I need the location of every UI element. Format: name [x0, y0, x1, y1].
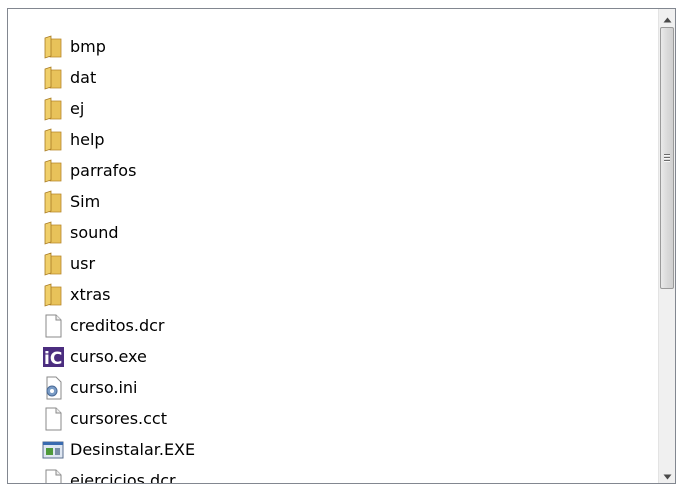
list-item-folder[interactable]: Sim — [42, 188, 100, 216]
list-item-folder[interactable]: xtras — [42, 281, 110, 309]
scroll-up-button[interactable] — [659, 9, 675, 26]
list-item-label: help — [70, 130, 105, 149]
scroll-down-arrow-icon — [663, 465, 672, 483]
list-item-folder[interactable]: sound — [42, 219, 119, 247]
list-item-label: creditos.dcr — [70, 316, 165, 335]
scroll-up-arrow-icon — [663, 9, 672, 27]
list-item-folder[interactable]: dat — [42, 64, 96, 92]
file-icon — [42, 407, 64, 431]
list-item-file[interactable]: Desinstalar.EXE — [42, 436, 195, 464]
list-item-file[interactable]: ejercicios.dcr — [42, 467, 176, 483]
folder-icon — [42, 97, 64, 121]
scrollbar-thumb[interactable] — [660, 27, 674, 289]
list-item-file[interactable]: iC curso.exe — [42, 343, 147, 371]
file-list: bmp dat ej help parrafos Sim sound usr x… — [8, 9, 657, 483]
list-item-file[interactable]: creditos.dcr — [42, 312, 164, 340]
vertical-scrollbar[interactable] — [658, 9, 675, 483]
list-item-label: usr — [70, 254, 96, 273]
folder-icon — [42, 252, 64, 276]
list-item-folder[interactable]: ej — [42, 95, 84, 123]
scroll-down-button[interactable] — [659, 466, 675, 483]
grip-icon — [664, 154, 670, 162]
list-item-folder[interactable]: help — [42, 126, 105, 154]
list-item-label: bmp — [70, 37, 106, 56]
file-icon — [42, 314, 64, 338]
list-item-file[interactable]: cursores.cct — [42, 405, 167, 433]
folder-icon — [42, 190, 64, 214]
list-item-folder[interactable]: parrafos — [42, 157, 136, 185]
installer-icon — [42, 438, 64, 462]
list-item-label: xtras — [70, 285, 111, 304]
list-item-label: dat — [70, 68, 97, 87]
list-item-label: Sim — [70, 192, 101, 211]
app-ic-icon: iC — [42, 345, 64, 369]
list-item-label: Desinstalar.EXE — [70, 440, 196, 459]
settings-file-icon — [42, 376, 64, 400]
file-icon — [42, 469, 64, 483]
list-item-label: sound — [70, 223, 119, 242]
list-item-folder[interactable]: usr — [42, 250, 95, 278]
folder-icon — [42, 35, 64, 59]
folder-icon — [42, 128, 64, 152]
list-item-file[interactable]: curso.ini — [42, 374, 137, 402]
svg-text:iC: iC — [44, 349, 62, 369]
list-item-label: curso.ini — [70, 378, 138, 397]
folder-icon — [42, 159, 64, 183]
list-item-label: ej — [70, 99, 85, 118]
list-item-label: cursores.cct — [70, 409, 167, 428]
file-list-window: bmp dat ej help parrafos Sim sound usr x… — [7, 8, 676, 484]
list-item-label: curso.exe — [70, 347, 147, 366]
folder-icon — [42, 221, 64, 245]
list-item-label: ejercicios.dcr — [70, 471, 176, 483]
folder-icon — [42, 66, 64, 90]
list-item-folder[interactable]: bmp — [42, 33, 106, 61]
folder-icon — [42, 283, 64, 307]
list-item-label: parrafos — [70, 161, 137, 180]
